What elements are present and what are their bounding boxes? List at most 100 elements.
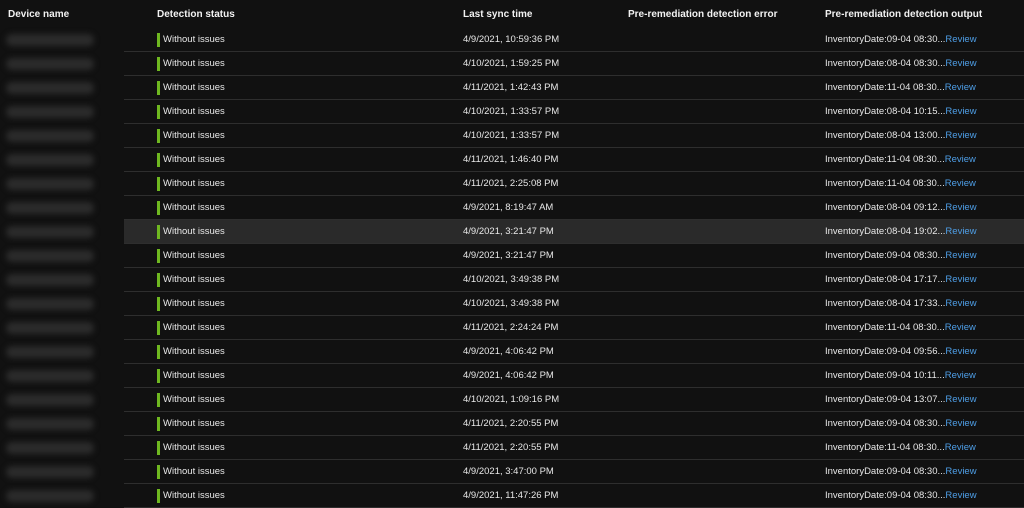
detection-output-text: InventoryDate:11-04 08:30... [825,322,945,333]
last-sync-time: 4/9/2021, 3:21:47 PM [463,250,554,261]
detection-output: InventoryDate:09-04 08:30...Review [825,412,977,436]
device-name-redacted[interactable] [6,202,94,214]
detection-output-text: InventoryDate:09-04 08:30... [825,418,946,429]
review-link[interactable]: Review [945,250,976,261]
last-sync-time: 4/11/2021, 2:25:08 PM [463,178,559,189]
table-row[interactable]: Without issues 4/10/2021, 1:09:16 PM Inven… [0,388,1024,412]
column-header-last-sync-time[interactable]: Last sync time [463,9,532,20]
detection-output: InventoryDate:08-04 17:17...Review [825,268,977,292]
table-row[interactable]: Without issues 4/10/2021, 3:49:38 PM Inven… [0,268,1024,292]
device-name-redacted[interactable] [6,58,94,70]
review-link[interactable]: Review [945,226,976,237]
review-link[interactable]: Review [945,466,976,477]
column-header-detection-output[interactable]: Pre-remediation detection output [825,9,982,20]
device-name-redacted[interactable] [6,130,94,142]
table-row[interactable]: Without issues 4/9/2021, 4:06:42 PM Invent… [0,340,1024,364]
review-link[interactable]: Review [945,490,976,501]
review-link[interactable]: Review [945,346,976,357]
device-name-redacted[interactable] [6,346,94,358]
review-link[interactable]: Review [945,274,976,285]
detection-output: InventoryDate:09-04 08:30...Review [825,28,977,52]
table-row[interactable]: Without issues 4/11/2021, 1:46:40 PM Inven… [0,148,1024,172]
device-name-redacted[interactable] [6,298,94,310]
device-name-redacted[interactable] [6,274,94,286]
device-name-redacted[interactable] [6,466,94,478]
last-sync-time: 4/9/2021, 11:47:26 PM [463,490,559,501]
review-link[interactable]: Review [945,418,976,429]
detection-output-text: InventoryDate:08-04 17:17... [825,274,946,285]
column-header-device-name[interactable]: Device name [8,9,69,20]
detection-status: Without issues [163,442,225,453]
table-row[interactable]: Without issues 4/11/2021, 2:25:08 PM Inven… [0,172,1024,196]
status-indicator-icon [157,393,160,407]
detection-status: Without issues [163,346,225,357]
detection-output: InventoryDate:08-04 09:12...Review [825,196,977,220]
device-name-redacted[interactable] [6,178,94,190]
status-indicator-icon [157,225,160,239]
review-link[interactable]: Review [945,178,976,189]
detection-output: InventoryDate:11-04 08:30...Review [825,316,976,340]
device-name-redacted[interactable] [6,226,94,238]
detection-status: Without issues [163,298,225,309]
review-link[interactable]: Review [945,58,976,69]
column-header-detection-status[interactable]: Detection status [157,9,235,20]
status-indicator-icon [157,57,160,71]
device-name-redacted[interactable] [6,490,94,502]
detection-output: InventoryDate:11-04 08:30...Review [825,148,976,172]
table-row[interactable]: Without issues 4/11/2021, 2:20:55 PM Inven… [0,412,1024,436]
device-status-grid: Device name Detection status Last sync t… [0,0,1024,508]
review-link[interactable]: Review [945,394,976,405]
device-name-redacted[interactable] [6,34,94,46]
review-link[interactable]: Review [945,34,976,45]
table-row[interactable]: Without issues 4/10/2021, 3:49:38 PM Inven… [0,292,1024,316]
device-name-redacted[interactable] [6,250,94,262]
table-row[interactable]: Without issues 4/11/2021, 1:42:43 PM Inven… [0,76,1024,100]
last-sync-time: 4/11/2021, 2:20:55 PM [463,418,559,429]
detection-status: Without issues [163,58,225,69]
detection-output-text: InventoryDate:11-04 08:30... [825,442,945,453]
table-row[interactable]: Without issues 4/9/2021, 3:21:47 PM Invent… [0,244,1024,268]
review-link[interactable]: Review [945,106,976,117]
detection-status: Without issues [163,274,225,285]
table-row[interactable]: Without issues 4/10/2021, 1:33:57 PM Inven… [0,124,1024,148]
table-row[interactable]: Without issues 4/11/2021, 2:20:55 PM Inven… [0,436,1024,460]
detection-output: InventoryDate:09-04 08:30...Review [825,460,977,484]
table-row[interactable]: Without issues 4/9/2021, 3:21:47 PM Invent… [0,220,1024,244]
review-link[interactable]: Review [945,370,976,381]
review-link[interactable]: Review [945,202,976,213]
device-name-redacted[interactable] [6,370,94,382]
device-name-redacted[interactable] [6,106,94,118]
last-sync-time: 4/10/2021, 1:09:16 PM [463,394,560,405]
last-sync-time: 4/9/2021, 10:59:36 PM [463,34,560,45]
review-link[interactable]: Review [945,154,976,165]
review-link[interactable]: Review [945,442,976,453]
column-header-detection-error[interactable]: Pre-remediation detection error [628,9,777,20]
last-sync-time: 4/10/2021, 1:59:25 PM [463,58,560,69]
detection-output: InventoryDate:09-04 08:30...Review [825,244,977,268]
device-name-redacted[interactable] [6,418,94,430]
table-row[interactable]: Without issues 4/9/2021, 10:59:36 PM Inven… [0,28,1024,52]
review-link[interactable]: Review [945,130,976,141]
device-name-redacted[interactable] [6,442,94,454]
review-link[interactable]: Review [945,298,976,309]
status-indicator-icon [157,369,160,383]
status-indicator-icon [157,81,160,95]
review-link[interactable]: Review [945,322,976,333]
table-row[interactable]: Without issues 4/9/2021, 11:47:26 PM Inven… [0,484,1024,508]
table-row[interactable]: Without issues 4/10/2021, 1:33:57 PM Inven… [0,100,1024,124]
table-row[interactable]: Without issues 4/9/2021, 4:06:42 PM Invent… [0,364,1024,388]
table-row[interactable]: Without issues 4/9/2021, 3:47:00 PM Invent… [0,460,1024,484]
device-name-redacted[interactable] [6,394,94,406]
last-sync-time: 4/10/2021, 3:49:38 PM [463,274,560,285]
table-row[interactable]: Without issues 4/11/2021, 2:24:24 PM Inven… [0,316,1024,340]
review-link[interactable]: Review [945,82,976,93]
detection-status: Without issues [163,178,225,189]
device-name-redacted[interactable] [6,322,94,334]
device-name-redacted[interactable] [6,82,94,94]
detection-output: InventoryDate:08-04 10:15...Review [825,100,977,124]
detection-output-text: InventoryDate:11-04 08:30... [825,154,945,165]
table-row[interactable]: Without issues 4/10/2021, 1:59:25 PM Inven… [0,52,1024,76]
detection-output-text: InventoryDate:08-04 13:00... [825,130,946,141]
table-row[interactable]: Without issues 4/9/2021, 8:19:47 AM Invent… [0,196,1024,220]
device-name-redacted[interactable] [6,154,94,166]
